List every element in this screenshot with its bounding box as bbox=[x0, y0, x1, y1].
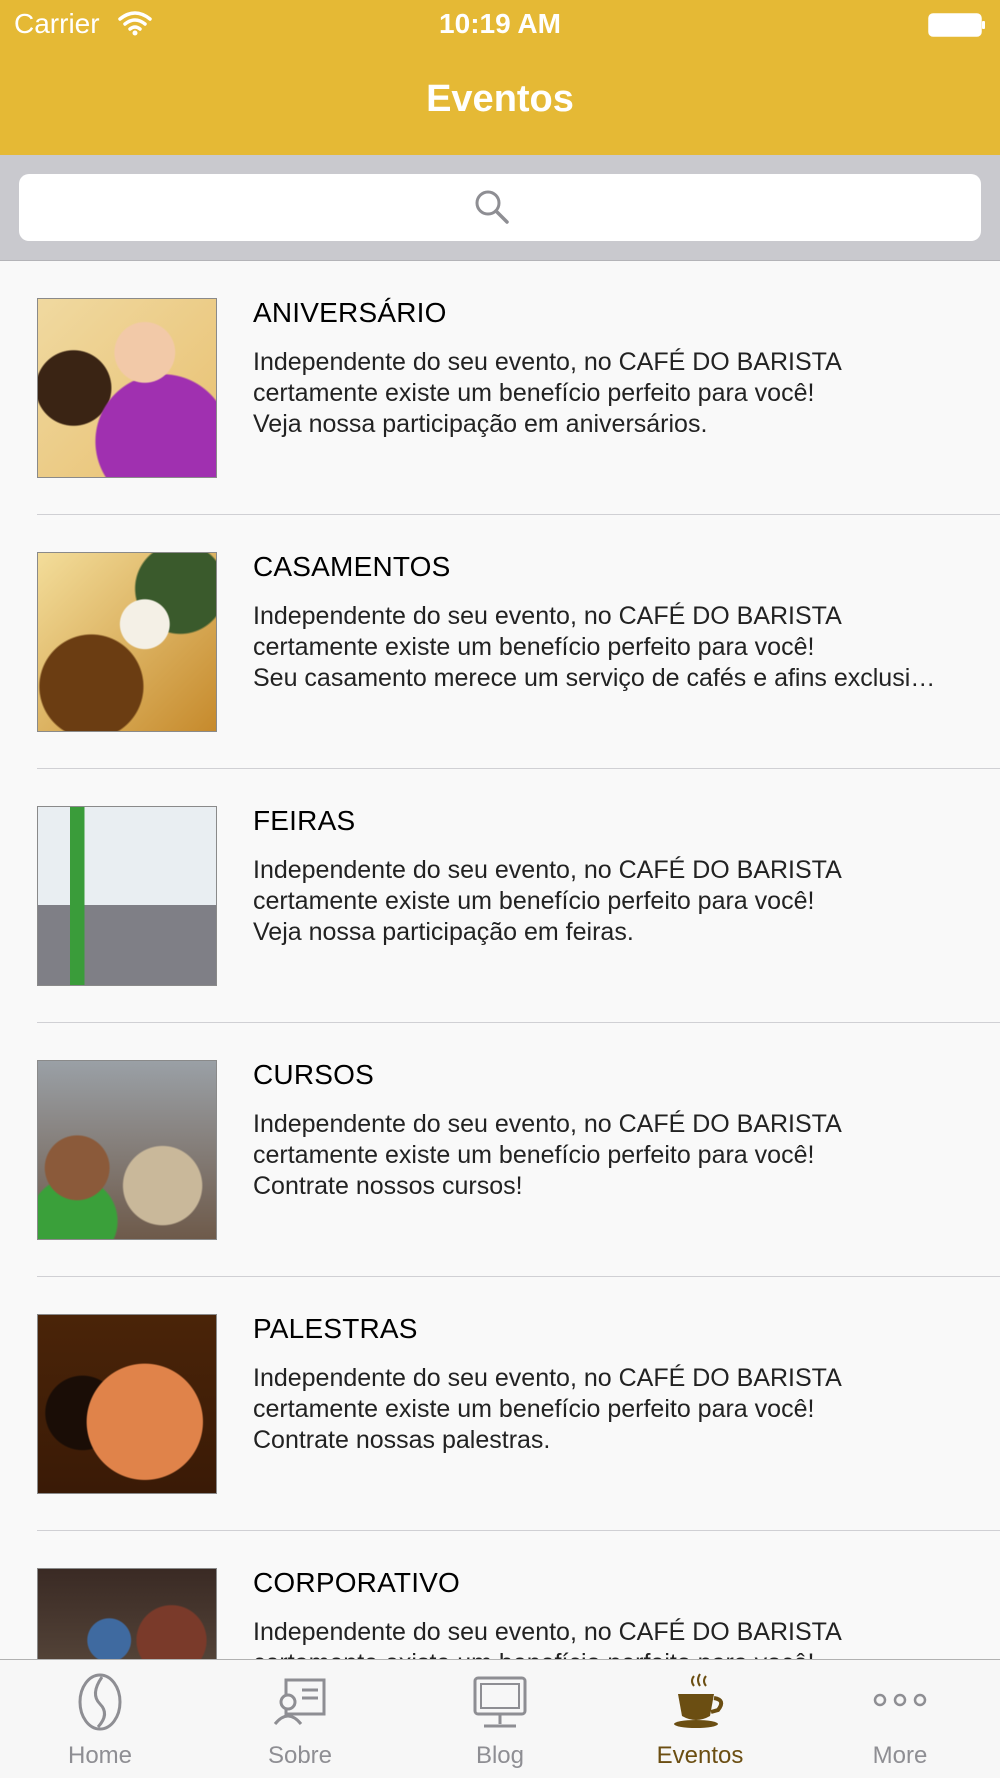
event-title: CASAMENTOS bbox=[253, 551, 451, 582]
event-description: Independente do seu evento, no CAFÉ DO B… bbox=[253, 855, 963, 948]
event-description-line: Seu casamento merece um serviço de cafés… bbox=[253, 664, 936, 692]
status-bar: Carrier 10:19 AM bbox=[0, 0, 1000, 50]
event-description-line: Independente do seu evento, no CAFÉ DO B… bbox=[253, 1110, 842, 1138]
search-bar bbox=[0, 155, 1000, 261]
tab-label: Eventos bbox=[656, 1742, 744, 1769]
event-title: ANIVERSÁRIO bbox=[253, 297, 447, 328]
tab-blog[interactable]: Blog bbox=[400, 1660, 600, 1778]
event-description-line: Independente do seu evento, no CAFÉ DO B… bbox=[253, 856, 842, 884]
tab-more[interactable]: More bbox=[800, 1660, 1000, 1778]
search-input[interactable] bbox=[19, 174, 981, 241]
events-list[interactable]: ANIVERSÁRIO Independente do seu evento, … bbox=[0, 261, 1000, 1659]
event-description-line: Contrate nossas palestras. bbox=[253, 1426, 551, 1454]
tab-label: More bbox=[872, 1742, 928, 1769]
tab-home[interactable]: Home bbox=[0, 1660, 200, 1778]
event-description: Independente do seu evento, no CAFÉ DO B… bbox=[253, 1109, 963, 1202]
tab-label: Sobre bbox=[267, 1742, 333, 1769]
event-description-line: certamente existe um benefício perfeito … bbox=[253, 1395, 815, 1423]
page-title: Eventos bbox=[426, 78, 574, 120]
computer-icon bbox=[473, 1676, 527, 1728]
event-description-line: certamente existe um benefício perfeito … bbox=[253, 633, 815, 661]
tab-sobre[interactable]: Sobre bbox=[200, 1660, 400, 1778]
event-description-line: Independente do seu evento, no CAFÉ DO B… bbox=[253, 602, 842, 630]
event-description: Independente do seu evento, no CAFÉ DO B… bbox=[253, 1363, 963, 1456]
event-thumbnail bbox=[37, 298, 217, 478]
event-description-line: certamente existe um benefício perfeito … bbox=[253, 379, 815, 407]
event-description-line: Independente do seu evento, no CAFÉ DO B… bbox=[253, 1618, 842, 1646]
coffee-bean-icon bbox=[78, 1673, 122, 1731]
more-dots-icon bbox=[873, 1693, 927, 1707]
event-thumbnail bbox=[37, 806, 217, 986]
event-description-line: certamente existe um benefício perfeito … bbox=[253, 887, 815, 915]
list-item-casamentos[interactable]: CASAMENTOS Independente do seu evento, n… bbox=[0, 515, 1000, 769]
event-description: Independente do seu evento, no CAFÉ DO B… bbox=[253, 347, 963, 440]
clock: 10:19 AM bbox=[439, 8, 561, 39]
event-description: Independente do seu evento, no CAFÉ DO B… bbox=[253, 601, 963, 694]
event-description-line: Independente do seu evento, no CAFÉ DO B… bbox=[253, 348, 842, 376]
event-title: CURSOS bbox=[253, 1059, 374, 1090]
list-item-corporativo[interactable]: CORPORATIVO Independente do seu evento, … bbox=[0, 1531, 1000, 1659]
event-description-line: Independente do seu evento, no CAFÉ DO B… bbox=[253, 1364, 842, 1392]
event-description-line: certamente existe um benefício perfeito … bbox=[253, 1648, 963, 1659]
list-item-aniversario[interactable]: ANIVERSÁRIO Independente do seu evento, … bbox=[0, 261, 1000, 515]
event-thumbnail bbox=[37, 1568, 217, 1659]
tab-label: Home bbox=[67, 1742, 133, 1769]
tab-bar: Home Sobre Blog Eventos More bbox=[0, 1659, 1000, 1778]
event-thumbnail bbox=[37, 552, 217, 732]
list-item-cursos[interactable]: CURSOS Independente do seu evento, no CA… bbox=[0, 1023, 1000, 1277]
event-description-line: certamente existe um benefício perfeito … bbox=[253, 1141, 815, 1169]
battery-icon bbox=[928, 13, 985, 37]
tab-eventos[interactable]: Eventos bbox=[600, 1660, 800, 1778]
tab-label: Blog bbox=[475, 1742, 525, 1769]
list-item-palestras[interactable]: PALESTRAS Independente do seu evento, no… bbox=[0, 1277, 1000, 1531]
coffee-cup-icon bbox=[674, 1673, 724, 1728]
event-description-line: Contrate nossos cursos! bbox=[253, 1172, 523, 1200]
event-description: Independente do seu evento, no CAFÉ DO B… bbox=[253, 1617, 963, 1659]
profile-card-icon bbox=[273, 1678, 326, 1725]
event-description-line: Veja nossa participação em aniversários. bbox=[253, 410, 708, 438]
search-icon bbox=[475, 190, 509, 224]
navigation-header: Carrier 10:19 AM Eventos bbox=[0, 0, 1000, 155]
event-thumbnail bbox=[37, 1314, 217, 1494]
event-thumbnail bbox=[37, 1060, 217, 1240]
event-title: FEIRAS bbox=[253, 805, 356, 836]
event-description-line: Veja nossa participação em feiras. bbox=[253, 918, 634, 946]
event-title: CORPORATIVO bbox=[253, 1567, 461, 1598]
list-item-feiras[interactable]: FEIRAS Independente do seu evento, no CA… bbox=[0, 769, 1000, 1023]
event-title: PALESTRAS bbox=[253, 1313, 418, 1344]
